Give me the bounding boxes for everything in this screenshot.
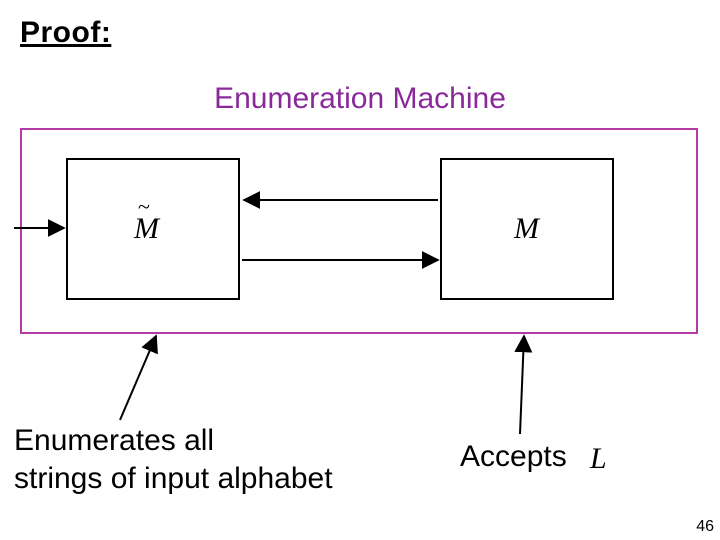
annotation-line-right [520,336,524,434]
slide: Proof: Enumeration Machine M M Enumerate… [0,0,720,540]
left-description: Enumerates all strings of input alphabet [14,422,333,497]
right-description: Accepts [460,440,567,474]
right-machine-box: M [440,158,614,300]
diagram-title: Enumeration Machine [0,82,720,116]
accepts-symbol: L [590,442,607,476]
annotation-line-left [120,336,156,420]
left-machine-symbol: M [134,212,159,246]
left-machine-box: M [66,158,240,300]
right-machine-symbol: M [514,212,539,246]
page-number: 46 [696,518,714,536]
proof-label: Proof: [20,16,111,50]
